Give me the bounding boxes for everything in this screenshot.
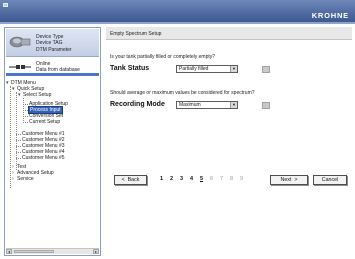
- next-button[interactable]: Next >: [270, 175, 308, 185]
- tree-item-service[interactable]: › Service: [12, 176, 34, 182]
- device-info: Device Type Device TAG DTM Parameter: [36, 34, 72, 53]
- page-number-4: 4: [190, 176, 194, 182]
- tree-item-select-setup[interactable]: ▾ Select Setup: [18, 92, 51, 98]
- main-panel: Empty Spectrum Setup Is your tank partia…: [106, 27, 352, 256]
- scroll-right-icon[interactable]: ▸: [93, 249, 99, 254]
- tank-status-question: Is your tank partially filled or complet…: [110, 54, 216, 60]
- tree-line: [23, 116, 28, 117]
- scrollbar-thumb[interactable]: [14, 250, 54, 253]
- page-indicator: 123456789: [160, 176, 250, 182]
- connection-status: Online Data from database: [6, 59, 99, 76]
- cancel-button[interactable]: Cancel: [313, 175, 347, 185]
- back-label: Back: [127, 177, 140, 183]
- scroll-left-icon[interactable]: ◂: [6, 249, 12, 254]
- tree-line: [10, 86, 11, 188]
- page-number-5: 5: [200, 176, 204, 182]
- next-label: Next: [280, 177, 292, 183]
- chevron-down-icon[interactable]: ▼: [230, 102, 237, 108]
- page-number-3: 3: [180, 176, 184, 182]
- data-source-label: Data from database: [36, 67, 80, 74]
- tank-status-value: Partially filled: [179, 66, 209, 72]
- tree-line: [16, 158, 21, 159]
- page-number-8: 8: [230, 176, 234, 182]
- tree-line: [16, 140, 21, 141]
- tree-item-current-setup[interactable]: Current Setup: [29, 119, 60, 125]
- tree-line: [16, 152, 21, 153]
- recording-mode-indicator: [262, 102, 270, 109]
- navigation-sidebar: Device Type Device TAG DTM Parameter Onl…: [4, 27, 101, 256]
- recording-mode-value: Maximum: [179, 102, 201, 108]
- recording-mode-select[interactable]: Maximum ▼: [176, 101, 238, 109]
- tank-status-label: Tank Status: [110, 65, 150, 72]
- device-header: Device Type Device TAG DTM Parameter: [6, 29, 99, 57]
- page-number-2: 2: [170, 176, 174, 182]
- page-number-1: 1: [160, 176, 164, 182]
- title-bar: KROHNE: [0, 0, 355, 24]
- wizard-navigation: < Back 123456789 Next > Cancel: [106, 175, 352, 189]
- tree-line: [16, 146, 21, 147]
- device-image-icon: [9, 36, 31, 48]
- chevron-right-icon: >: [294, 177, 298, 183]
- title-accent-line: [0, 22, 355, 24]
- recording-mode-label: Recording Mode: [110, 101, 165, 108]
- page-number-6: 6: [210, 176, 214, 182]
- tank-status-select[interactable]: Partially filled ▼: [176, 65, 238, 73]
- chevron-down-icon[interactable]: ▼: [230, 66, 237, 72]
- brand-logo: KROHNE: [311, 11, 349, 20]
- tree-line: [23, 104, 28, 105]
- page-number-7: 7: [220, 176, 224, 182]
- recording-mode-question: Should average or maximum values be cons…: [110, 90, 255, 96]
- tank-status-indicator: [262, 66, 270, 73]
- back-button[interactable]: < Back: [114, 175, 147, 185]
- tree-line: [23, 110, 28, 111]
- cancel-label: Cancel: [321, 177, 339, 183]
- dtm-parameter-label: DTM Parameter: [36, 46, 72, 53]
- chevron-left-icon: <: [121, 177, 125, 183]
- page-title: Empty Spectrum Setup: [106, 27, 352, 40]
- page-number-9: 9: [240, 176, 244, 182]
- connection-plug-icon: [9, 65, 31, 69]
- window-menu-icon[interactable]: [3, 3, 8, 7]
- sidebar-horizontal-scrollbar[interactable]: ◂ ▸: [6, 248, 99, 254]
- connection-info: Online Data from database: [36, 61, 80, 74]
- tree-item-customer-menu-5[interactable]: Customer Menu #5: [22, 155, 65, 161]
- tree-line: [23, 122, 28, 123]
- tree-line: [16, 134, 21, 135]
